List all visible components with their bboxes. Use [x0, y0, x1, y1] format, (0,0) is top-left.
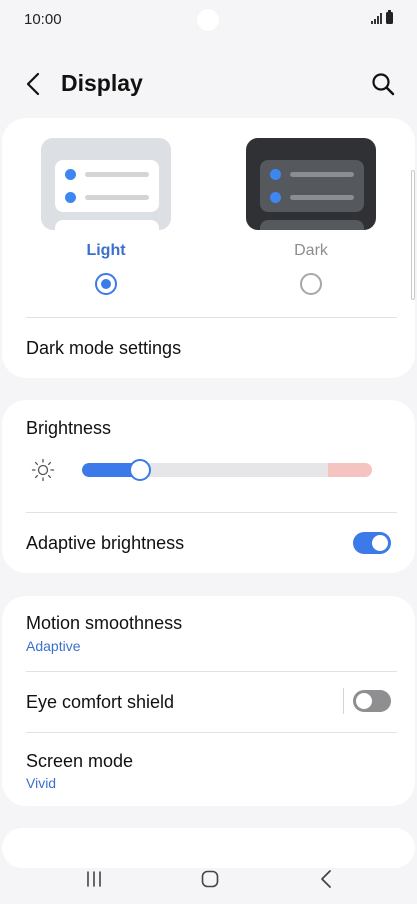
dark-mode-settings-item[interactable]: Dark mode settings	[26, 338, 181, 359]
brightness-title: Brightness	[26, 418, 112, 438]
dark-theme-radio[interactable]	[300, 273, 322, 295]
vertical-separator	[343, 688, 344, 714]
back-icon[interactable]	[20, 70, 48, 98]
preview-line	[290, 195, 354, 200]
status-bar: 10:00	[0, 0, 417, 40]
nav-home-icon[interactable]	[201, 870, 219, 888]
preview-dot	[65, 192, 76, 203]
camera-cutout	[197, 9, 219, 31]
adaptive-brightness-label: Adaptive brightness	[26, 533, 185, 553]
eye-comfort-shield-toggle[interactable]	[353, 690, 391, 712]
search-icon[interactable]	[369, 70, 397, 98]
scrollbar[interactable]	[411, 170, 415, 300]
navigation-bar	[0, 856, 417, 904]
brightness-slider-thumb[interactable]	[129, 459, 151, 481]
extra-brightness-zone	[328, 463, 372, 477]
light-theme-preview[interactable]	[41, 138, 171, 230]
eye-comfort-shield-title[interactable]: Eye comfort shield	[26, 692, 174, 713]
theme-card: Light Dark Dark mode settings	[2, 118, 415, 378]
page-title: Display	[61, 70, 143, 96]
preview-line	[85, 172, 149, 177]
brightness-card: Brightness Adaptive brightness	[2, 400, 415, 573]
preview-panel	[260, 220, 364, 230]
app-header: Display	[0, 60, 417, 108]
status-icons	[371, 10, 393, 24]
screen-mode-value: Vivid	[26, 775, 57, 791]
sun-icon	[31, 458, 55, 482]
motion-smoothness-value: Adaptive	[26, 638, 81, 654]
adaptive-brightness-toggle[interactable]	[353, 532, 391, 554]
preview-line	[290, 172, 354, 177]
screen-mode-title[interactable]: Screen mode	[26, 751, 133, 772]
display-options-card: Motion smoothness Adaptive Eye comfort s…	[2, 596, 415, 806]
motion-smoothness-title[interactable]: Motion smoothness	[26, 613, 182, 634]
light-theme-radio[interactable]	[95, 273, 117, 295]
preview-panel	[55, 160, 159, 212]
nav-recent-icon[interactable]	[85, 870, 103, 888]
nav-back-icon[interactable]	[318, 869, 336, 889]
battery-icon	[386, 10, 393, 24]
status-time: 10:00	[24, 11, 62, 28]
divider	[26, 317, 397, 318]
light-theme-label: Light	[86, 242, 126, 259]
divider	[26, 512, 397, 513]
dark-theme-preview[interactable]	[246, 138, 376, 230]
preview-dot	[65, 169, 76, 180]
divider	[26, 671, 397, 672]
dark-theme-label: Dark	[294, 242, 328, 259]
brightness-slider[interactable]	[82, 463, 372, 477]
divider	[26, 732, 397, 733]
preview-panel	[55, 220, 159, 230]
signal-icon	[371, 12, 382, 24]
preview-dot	[270, 169, 281, 180]
preview-dot	[270, 192, 281, 203]
preview-panel	[260, 160, 364, 212]
preview-line	[85, 195, 149, 200]
